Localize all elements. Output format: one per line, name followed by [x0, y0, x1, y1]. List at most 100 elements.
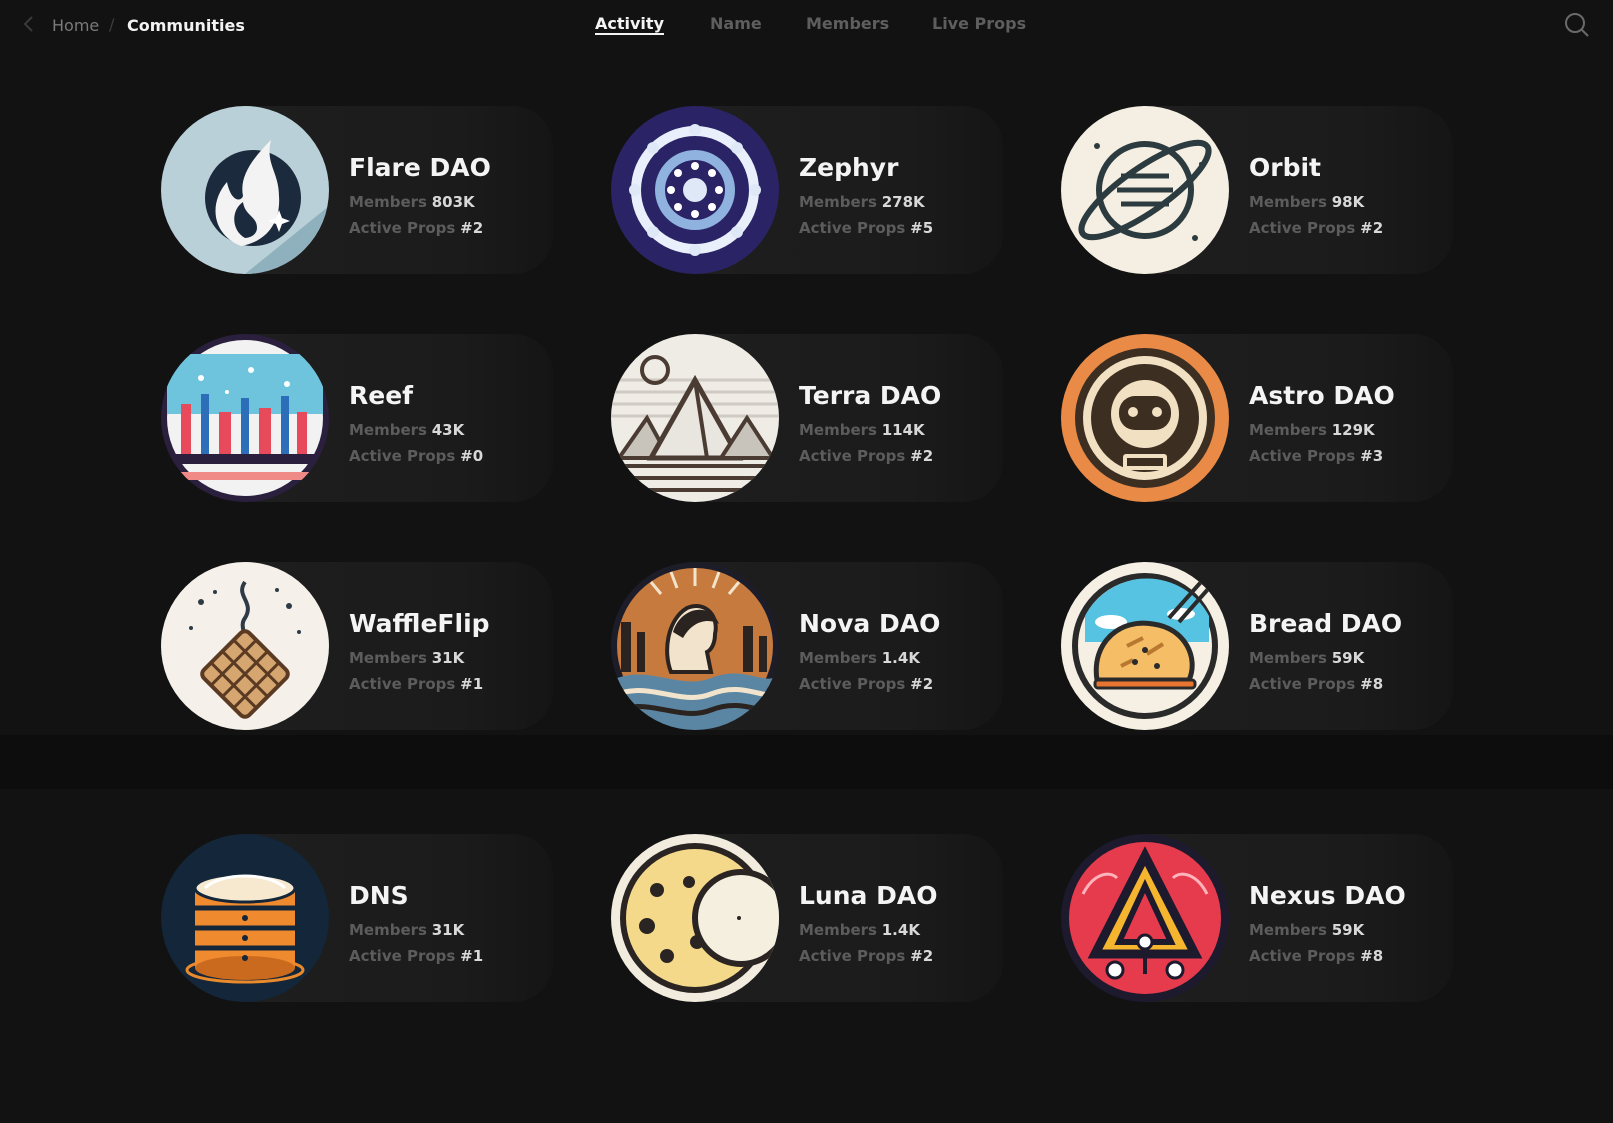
props-line: Active Props #2 [349, 219, 483, 237]
top-bar: Home / Communities Activity Name Members… [0, 0, 1613, 50]
props-count: #2 [910, 447, 934, 465]
members-count: 114K [881, 421, 925, 439]
props-count: #1 [460, 675, 484, 693]
astronaut-icon [1061, 334, 1229, 502]
community-card[interactable]: Bread DAO Members 59K Active Props #8 [1061, 562, 1453, 730]
members-label: Members [1249, 193, 1327, 211]
tab-members[interactable]: Members [806, 14, 889, 33]
breadcrumb-separator: / [109, 15, 115, 34]
community-card[interactable]: WaffleFlip Members 31K Active Props #1 [161, 562, 553, 730]
members-line: Members 59K [1249, 921, 1364, 939]
community-name: Nexus DAO [1249, 881, 1406, 910]
members-label: Members [349, 921, 427, 939]
props-label: Active Props [349, 675, 456, 693]
avatar [1061, 562, 1229, 730]
members-line: Members 1.4K [799, 921, 920, 939]
members-line: Members 43K [349, 421, 464, 439]
community-name: Luna DAO [799, 881, 938, 910]
avatar [161, 106, 329, 274]
community-card[interactable]: Zephyr Members 278K Active Props #5 [611, 106, 1003, 274]
members-label: Members [799, 193, 877, 211]
community-card[interactable]: Nexus DAO Members 59K Active Props #8 [1061, 834, 1453, 1002]
props-line: Active Props #2 [799, 947, 933, 965]
members-label: Members [1249, 921, 1327, 939]
props-line: Active Props #8 [1249, 675, 1383, 693]
members-label: Members [1249, 421, 1327, 439]
community-card[interactable]: DNS Members 31K Active Props #1 [161, 834, 553, 1002]
props-count: #8 [1360, 947, 1384, 965]
props-line: Active Props #8 [1249, 947, 1383, 965]
props-label: Active Props [1249, 675, 1356, 693]
props-line: Active Props #2 [799, 447, 933, 465]
community-card[interactable]: Reef Members 43K Active Props #0 [161, 334, 553, 502]
community-card[interactable]: Nova DAO Members 1.4K Active Props #2 [611, 562, 1003, 730]
community-name: Reef [349, 381, 414, 410]
props-count: #2 [910, 947, 934, 965]
tab-live-props[interactable]: Live Props [932, 14, 1026, 33]
community-card[interactable]: Luna DAO Members 1.4K Active Props #2 [611, 834, 1003, 1002]
members-count: 129K [1331, 421, 1375, 439]
props-count: #1 [460, 947, 484, 965]
breadcrumb-current: Communities [127, 16, 245, 35]
props-line: Active Props #2 [799, 675, 933, 693]
chevron-left-icon [23, 16, 33, 32]
props-label: Active Props [349, 947, 456, 965]
waffle-icon [161, 562, 329, 730]
avatar [161, 834, 329, 1002]
community-name: Flare DAO [349, 153, 491, 182]
breadcrumb-home[interactable]: Home [52, 16, 99, 35]
members-label: Members [799, 649, 877, 667]
members-count: 59K [1331, 649, 1365, 667]
flame-icon [161, 106, 329, 274]
community-name: Terra DAO [799, 381, 942, 410]
members-line: Members 129K [1249, 421, 1375, 439]
avatar [1061, 106, 1229, 274]
members-label: Members [799, 421, 877, 439]
members-count: 803K [431, 193, 475, 211]
members-line: Members 31K [349, 921, 464, 939]
props-count: #2 [910, 675, 934, 693]
props-label: Active Props [799, 447, 906, 465]
tab-name[interactable]: Name [710, 14, 762, 33]
avatar [1061, 834, 1229, 1002]
props-label: Active Props [349, 447, 456, 465]
tab-activity[interactable]: Activity [595, 14, 664, 33]
database-icon [161, 834, 329, 1002]
props-label: Active Props [1249, 219, 1356, 237]
props-line: Active Props #5 [799, 219, 933, 237]
community-card[interactable]: Flare DAO Members 803K Active Props #2 [161, 106, 553, 274]
avatar [161, 334, 329, 502]
props-label: Active Props [799, 219, 906, 237]
moon-icon [611, 834, 779, 1002]
community-card[interactable]: Terra DAO Members 114K Active Props #2 [611, 334, 1003, 502]
members-line: Members 803K [349, 193, 475, 211]
props-label: Active Props [1249, 947, 1356, 965]
community-name: Orbit [1249, 153, 1321, 182]
members-line: Members 114K [799, 421, 925, 439]
avatar [1061, 334, 1229, 502]
back-button[interactable] [18, 11, 40, 37]
props-label: Active Props [1249, 447, 1356, 465]
community-name: Astro DAO [1249, 381, 1395, 410]
members-count: 43K [431, 421, 465, 439]
planet-icon [1061, 106, 1229, 274]
avatar [161, 562, 329, 730]
community-name: DNS [349, 881, 409, 910]
props-count: #3 [1360, 447, 1384, 465]
community-card[interactable]: Orbit Members 98K Active Props #2 [1061, 106, 1453, 274]
avatar [611, 106, 779, 274]
props-line: Active Props #2 [1249, 219, 1383, 237]
community-card[interactable]: Astro DAO Members 129K Active Props #3 [1061, 334, 1453, 502]
props-line: Active Props #1 [349, 675, 483, 693]
search-button[interactable] [1563, 11, 1591, 39]
members-line: Members 98K [1249, 193, 1364, 211]
pyramid-icon [611, 334, 779, 502]
members-line: Members 31K [349, 649, 464, 667]
props-line: Active Props #3 [1249, 447, 1383, 465]
props-label: Active Props [799, 947, 906, 965]
props-count: #2 [1360, 219, 1384, 237]
props-line: Active Props #0 [349, 447, 483, 465]
members-count: 1.4K [881, 921, 920, 939]
members-count: 1.4K [881, 649, 920, 667]
members-line: Members 59K [1249, 649, 1364, 667]
